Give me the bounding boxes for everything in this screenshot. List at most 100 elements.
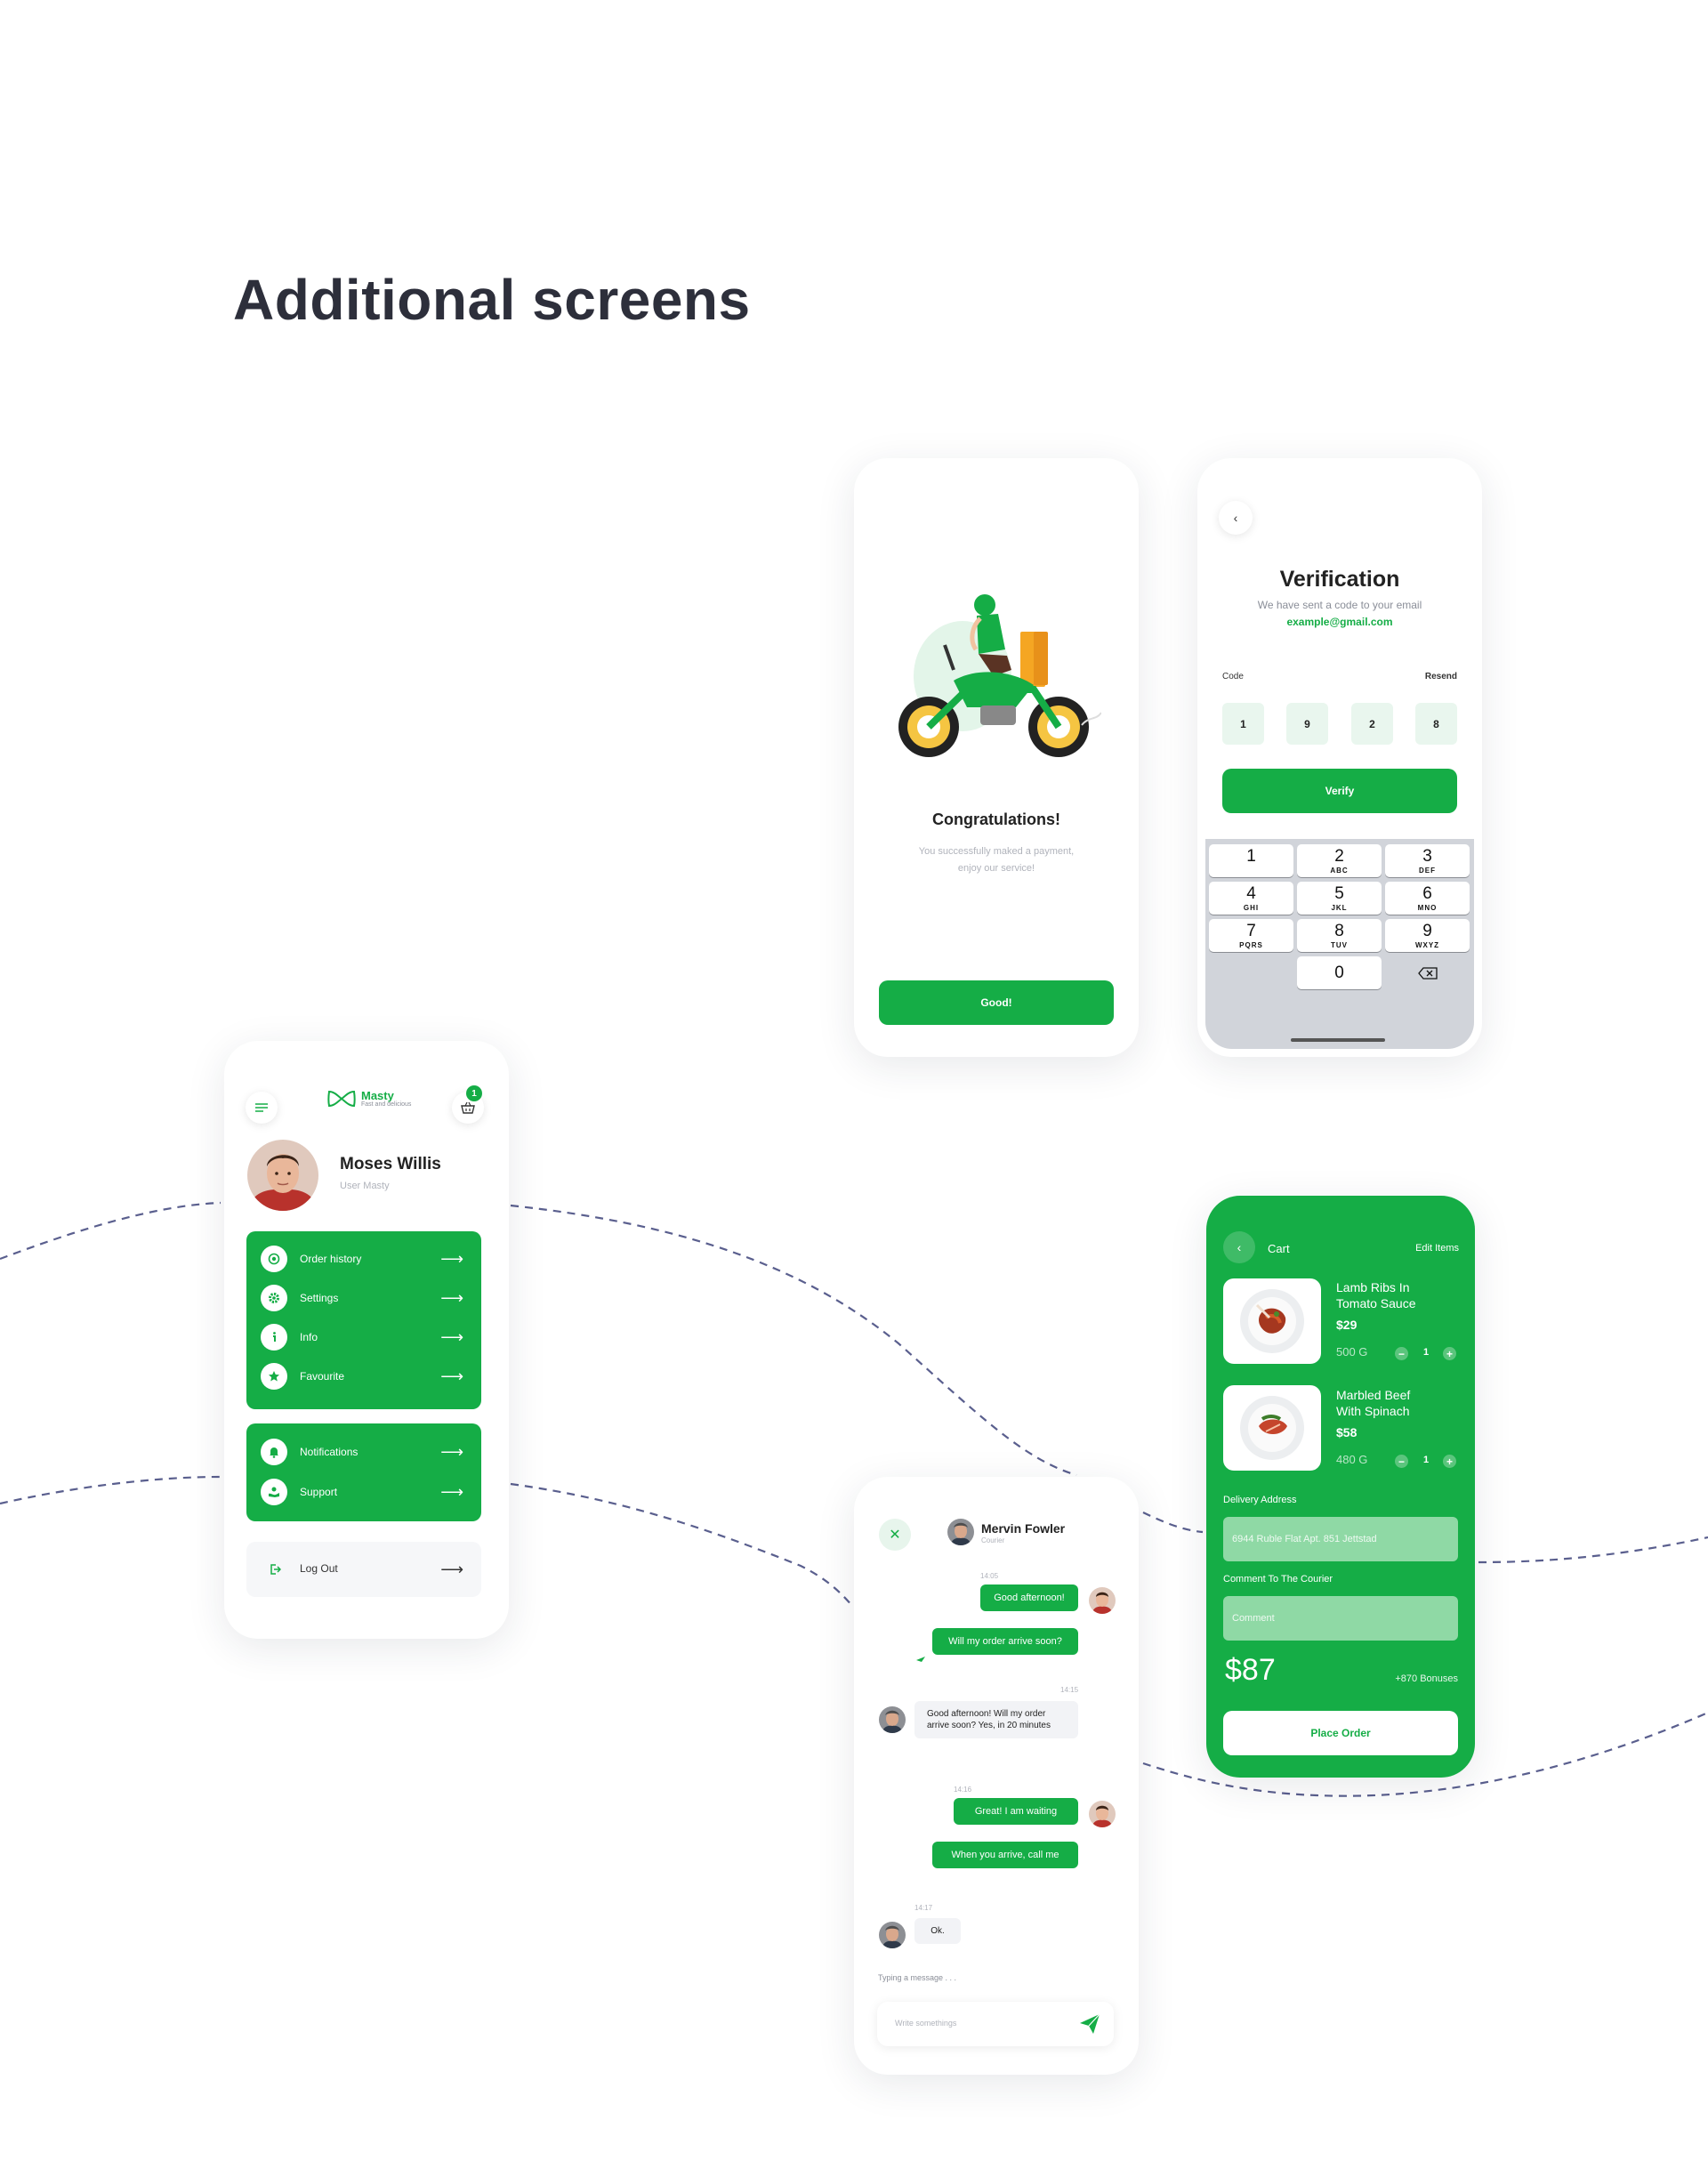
message-input[interactable]: Write somethings xyxy=(877,2002,1114,2046)
menu-group-main: Order history ⟶ Settings ⟶ Info ⟶ Favour… xyxy=(246,1231,481,1409)
bonus-points: +870 Bonuses xyxy=(1395,1673,1458,1684)
send-paper-plane-icon[interactable] xyxy=(1078,2012,1101,2036)
user-avatar xyxy=(1089,1801,1116,1827)
key-letters: GHI xyxy=(1243,904,1260,912)
cart-title: Cart xyxy=(1268,1242,1290,1255)
keypad-key-8[interactable]: 8 TUV xyxy=(1297,919,1382,952)
code-digit-box[interactable]: 9 xyxy=(1286,703,1328,745)
code-digit-box[interactable]: 2 xyxy=(1351,703,1393,745)
code-digit-box[interactable]: 1 xyxy=(1222,703,1264,745)
key-letters: DEF xyxy=(1419,867,1436,875)
good-button[interactable]: Good! xyxy=(879,980,1114,1025)
key-letters: WXYZ xyxy=(1414,941,1440,949)
keypad-key-5[interactable]: 5 JKL xyxy=(1297,882,1382,915)
keypad-key-7[interactable]: 7 PQRS xyxy=(1209,919,1293,952)
key-letters: PQRS xyxy=(1239,941,1263,949)
courier-comment-label: Comment To The Courier xyxy=(1223,1574,1333,1584)
logo-name: Masty xyxy=(361,1089,394,1102)
increase-quantity-button[interactable]: + xyxy=(1443,1455,1456,1468)
courier-comment-field[interactable]: Comment xyxy=(1223,1596,1458,1641)
edit-items-link[interactable]: Edit Items xyxy=(1415,1243,1459,1254)
keypad-key-0[interactable]: 0 xyxy=(1297,956,1382,989)
message-input-placeholder: Write somethings xyxy=(895,2019,957,2028)
message-tail-icon xyxy=(916,1657,925,1662)
contact-name: Mervin Fowler xyxy=(981,1521,1066,1536)
menu-item-notifications[interactable]: Notifications ⟶ xyxy=(246,1432,481,1472)
arrow-right-icon: ⟶ xyxy=(440,1443,463,1461)
order-history-icon xyxy=(261,1246,287,1272)
menu-item-support[interactable]: Support ⟶ xyxy=(246,1472,481,1512)
key-number: 1 xyxy=(1246,847,1256,866)
keypad-key-2[interactable]: 2 ABC xyxy=(1297,844,1382,877)
received-message: Ok. xyxy=(914,1918,961,1944)
cart-item-name-line1: Lamb Ribs In xyxy=(1336,1280,1410,1294)
cart-item-price: $58 xyxy=(1336,1425,1358,1439)
menu-button[interactable] xyxy=(246,1092,278,1124)
cart-count-badge: 1 xyxy=(466,1085,482,1101)
courier-motorcycle-illustration xyxy=(898,594,1101,757)
verify-button[interactable]: Verify xyxy=(1222,769,1457,813)
decrease-quantity-button[interactable]: − xyxy=(1395,1347,1408,1360)
menu-item-label: Support xyxy=(300,1486,338,1498)
congratulations-screen: Congratulations! You successfully maked … xyxy=(854,458,1139,1057)
delivery-address-field[interactable]: 6944 Ruble Flat Apt. 851 Jettstad xyxy=(1223,1517,1458,1561)
menu-item-info[interactable]: Info ⟶ xyxy=(246,1318,481,1357)
user-avatar[interactable] xyxy=(247,1140,318,1211)
keypad-key-4[interactable]: 4 GHI xyxy=(1209,882,1293,915)
key-letters: ABC xyxy=(1330,867,1349,875)
courier-avatar-photo xyxy=(879,1922,906,1948)
close-icon: ✕ xyxy=(889,1528,901,1543)
support-icon xyxy=(261,1479,287,1505)
courier-avatar xyxy=(879,1922,906,1948)
key-letters: TUV xyxy=(1331,941,1348,949)
code-label: Code xyxy=(1222,672,1244,681)
item-quantity: 1 xyxy=(1423,1347,1430,1358)
resend-link[interactable]: Resend xyxy=(1425,672,1457,681)
basket-icon xyxy=(461,1101,475,1114)
numeric-keypad: 1 2 ABC 3 DEF 4 GHI 5 JKL 6 MNO 7 PQRS 8 TUV 9W… xyxy=(1205,839,1474,1049)
chevron-left-icon: ‹ xyxy=(1237,1240,1242,1254)
courier-avatar xyxy=(947,1519,974,1545)
marbled-beef-dish-image[interactable] xyxy=(1223,1385,1321,1471)
keypad-key-1[interactable]: 1 xyxy=(1209,844,1293,877)
close-button[interactable]: ✕ xyxy=(879,1519,911,1551)
masty-logo: Masty Fast and delicious xyxy=(327,1089,411,1109)
keypad-key-9[interactable]: 9 WXYZ xyxy=(1385,919,1470,952)
cart-item-name-line2: With Spinach xyxy=(1336,1404,1410,1418)
cart-item-name-line1: Marbled Beef xyxy=(1336,1388,1411,1402)
menu-group-secondary: Notifications ⟶ Support ⟶ xyxy=(246,1423,481,1521)
key-number: 5 xyxy=(1334,884,1344,903)
user-avatar-photo xyxy=(247,1140,318,1211)
place-order-button[interactable]: Place Order xyxy=(1223,1711,1458,1755)
cart-item-weight: 480 G xyxy=(1336,1453,1368,1466)
sent-message: Good afternoon! xyxy=(980,1584,1078,1611)
back-button[interactable]: ‹ xyxy=(1219,501,1253,535)
keypad-delete-key[interactable] xyxy=(1385,956,1470,989)
message-time: 14:17 xyxy=(914,1904,933,1912)
sent-message: When you arrive, call me xyxy=(932,1842,1078,1868)
keypad-key-6[interactable]: 6 MNO xyxy=(1385,882,1470,915)
lamb-ribs-dish-image[interactable] xyxy=(1223,1278,1321,1364)
congrats-message-line1: You successfully maked a payment, xyxy=(918,846,1075,857)
keypad-key-3[interactable]: 3 DEF xyxy=(1385,844,1470,877)
user-avatar xyxy=(1089,1587,1116,1614)
profile-menu-screen: Masty Fast and delicious 1 Moses Willis … xyxy=(224,1041,509,1639)
code-digit-box[interactable]: 8 xyxy=(1415,703,1457,745)
logout-button[interactable]: Log Out ⟶ xyxy=(246,1542,481,1597)
menu-item-settings[interactable]: Settings ⟶ xyxy=(246,1278,481,1318)
menu-item-label: Settings xyxy=(300,1292,339,1304)
hamburger-icon xyxy=(255,1103,268,1112)
page-heading: Additional screens xyxy=(233,268,751,332)
typing-indicator: Typing a message . . . xyxy=(878,1973,957,1982)
increase-quantity-button[interactable]: + xyxy=(1443,1347,1456,1360)
menu-item-order-history[interactable]: Order history ⟶ xyxy=(246,1239,481,1278)
decrease-quantity-button[interactable]: − xyxy=(1395,1455,1408,1468)
menu-item-favourite[interactable]: Favourite ⟶ xyxy=(246,1357,481,1396)
back-button[interactable]: ‹ xyxy=(1223,1231,1255,1263)
user-role: User Masty xyxy=(340,1181,390,1191)
delivery-address-label: Delivery Address xyxy=(1223,1495,1297,1505)
key-number: 2 xyxy=(1334,847,1344,866)
plate-food-photo xyxy=(1240,1289,1304,1353)
info-icon xyxy=(261,1324,287,1351)
chat-screen: ✕ Mervin Fowler Courier 14:05 Good after… xyxy=(854,1477,1139,2075)
